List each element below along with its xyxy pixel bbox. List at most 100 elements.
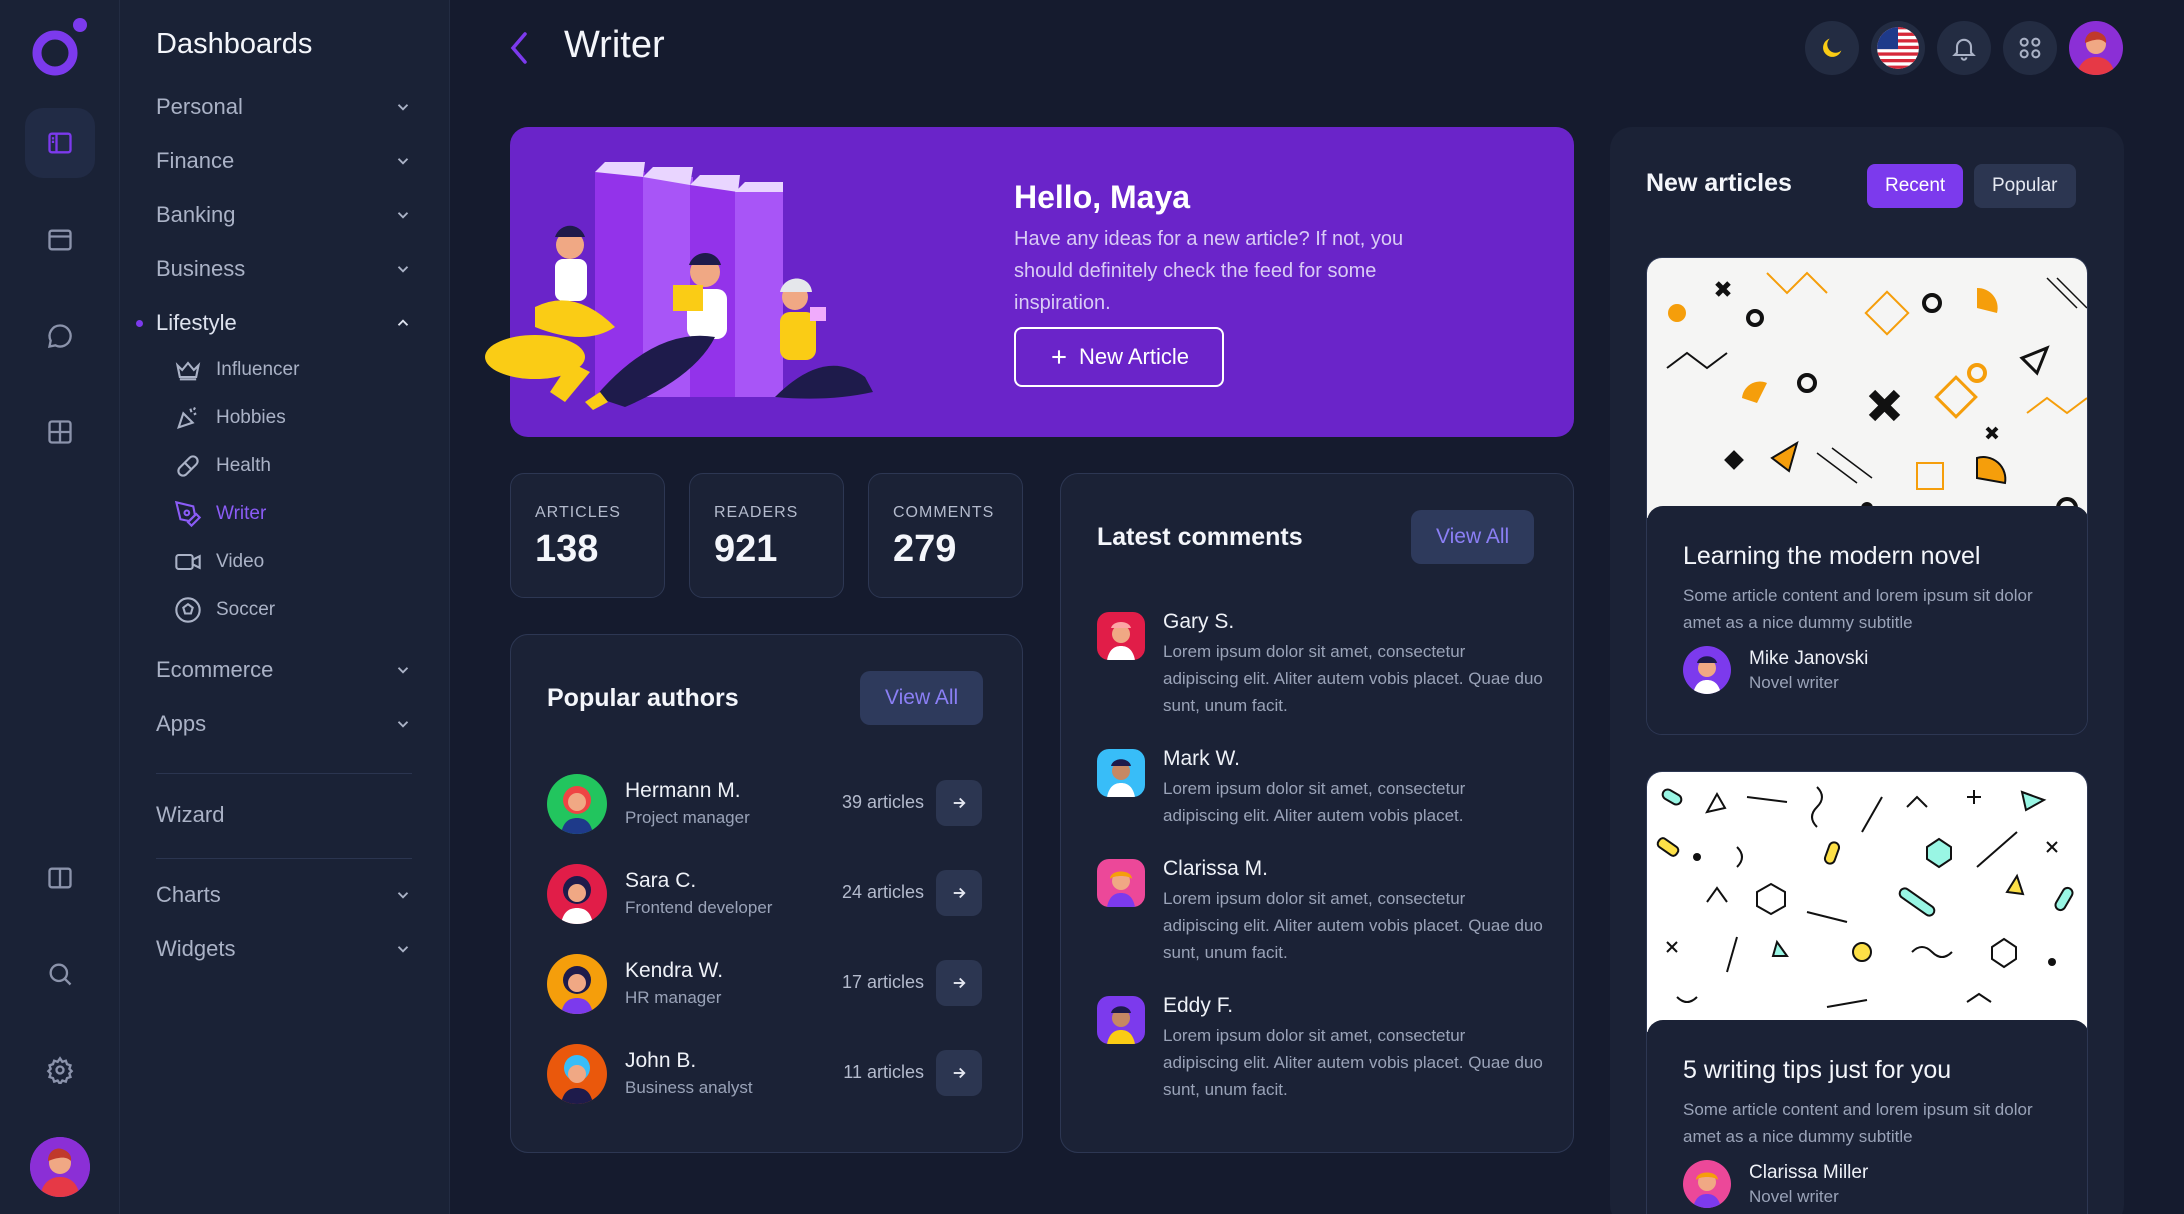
commenter-name: Eddy F. <box>1163 994 1234 1017</box>
comment-item[interactable]: Mark W. Lorem ipsum dolor sit amet, cons… <box>1097 747 1537 837</box>
bell-icon <box>1952 38 1976 61</box>
commenter-avatar <box>1097 749 1145 797</box>
article-card[interactable]: Learning the modern novel Some article c… <box>1646 257 2088 735</box>
theme-toggle-button[interactable] <box>1805 21 1859 75</box>
sidebar-item-apps[interactable]: Apps <box>156 704 412 744</box>
language-button[interactable] <box>1871 21 1925 75</box>
stat-label: COMMENTS <box>893 504 995 521</box>
tab-recent[interactable]: Recent <box>1867 164 1964 208</box>
sidebar-item-lifestyle[interactable]: Lifestyle <box>156 303 412 343</box>
sidebar-subitem-label: Video <box>216 551 265 572</box>
apps-button[interactable] <box>2003 21 2057 75</box>
commenter-avatar <box>1097 996 1145 1044</box>
chevron-down-icon <box>397 266 409 273</box>
sidebar-item-wizard[interactable]: Wizard <box>156 795 412 835</box>
sidebar-item-ecommerce[interactable]: Ecommerce <box>156 650 412 690</box>
chevron-down-icon <box>397 946 409 953</box>
sidebar-subitem-video[interactable]: Video <box>174 545 264 579</box>
stat-value: 921 <box>714 528 778 570</box>
sidebar-subitem-health[interactable]: Health <box>174 449 271 483</box>
columns-icon[interactable] <box>25 843 95 913</box>
chevron-up-icon <box>397 319 409 326</box>
author-avatar <box>547 774 607 834</box>
stat-label: READERS <box>714 504 799 521</box>
chat-icon[interactable] <box>25 301 95 371</box>
sidebar: Dashboards Personal Finance Banking Busi… <box>120 0 450 1214</box>
search-icon[interactable] <box>25 939 95 1009</box>
sidebar-item-label: Finance <box>156 148 235 173</box>
author-row[interactable]: Sara C. Frontend developer 24 articles <box>547 864 982 926</box>
avatar-icon <box>2077 31 2115 75</box>
page-title: Writer <box>564 24 665 66</box>
comment-text: Lorem ipsum dolor sit amet, consectetur … <box>1163 889 1543 962</box>
article-body: Learning the modern novel Some article c… <box>1647 506 2087 734</box>
article-image <box>1647 772 2087 1032</box>
author-name: Sara C. <box>625 869 697 892</box>
tab-popular[interactable]: Popular <box>1974 164 2076 208</box>
comment-item[interactable]: Clarissa M. Lorem ipsum dolor sit amet, … <box>1097 857 1543 977</box>
author-open-button[interactable] <box>936 1050 982 1096</box>
new-articles-panel: New articles Recent Popular Learning the… <box>1610 127 2124 1214</box>
comment-item[interactable]: Gary S. Lorem ipsum dolor sit amet, cons… <box>1097 610 1543 730</box>
sidebar-subitem-soccer[interactable]: Soccer <box>174 593 275 627</box>
author-open-button[interactable] <box>936 870 982 916</box>
popular-authors-card: Popular authors View All Hermann M. Proj… <box>510 634 1023 1153</box>
grid-icon[interactable] <box>25 397 95 467</box>
apps-grid-icon <box>2019 37 2041 59</box>
moon-icon <box>1823 38 1842 57</box>
settings-icon[interactable] <box>25 1035 95 1105</box>
authors-view-all-button[interactable]: View All <box>860 671 984 725</box>
back-arrow-icon[interactable] <box>503 28 533 68</box>
author-row[interactable]: Hermann M. Project manager 39 articles <box>547 774 982 836</box>
commenter-name: Gary S. <box>1163 610 1235 633</box>
sidebar-item-finance[interactable]: Finance <box>156 141 412 181</box>
sidebar-item-personal[interactable]: Personal <box>156 87 412 127</box>
comment-item[interactable]: Eddy F. Lorem ipsum dolor sit amet, cons… <box>1097 994 1543 1114</box>
author-role: Project manager <box>625 808 750 827</box>
author-open-button[interactable] <box>936 960 982 1006</box>
arrow-right-icon <box>953 1067 966 1079</box>
article-card[interactable]: 5 writing tips just for you Some article… <box>1646 771 2088 1214</box>
author-avatar <box>547 954 607 1014</box>
sidebar-item-widgets[interactable]: Widgets <box>156 929 412 969</box>
active-section-dot <box>136 320 143 327</box>
stat-value: 138 <box>535 528 599 570</box>
user-avatar[interactable] <box>30 1137 90 1197</box>
author-avatar <box>547 864 607 924</box>
author-role: Frontend developer <box>625 898 773 917</box>
article-body: 5 writing tips just for you Some article… <box>1647 1020 2087 1214</box>
author-role: HR manager <box>625 988 722 1007</box>
chevron-down-icon <box>397 104 409 111</box>
header-user-avatar[interactable] <box>2069 21 2123 75</box>
card-title: Latest comments <box>1097 523 1303 551</box>
author-name: John B. <box>625 1049 697 1072</box>
card-title: Popular authors <box>547 684 739 712</box>
stat-label: ARTICLES <box>535 504 621 521</box>
crown-icon <box>175 361 201 381</box>
sidebar-item-label: Banking <box>156 202 236 227</box>
sidebar-item-banking[interactable]: Banking <box>156 195 412 235</box>
layout-icon[interactable] <box>25 205 95 275</box>
app-logo-icon[interactable] <box>31 17 89 79</box>
author-row[interactable]: Kendra W. HR manager 17 articles <box>547 954 982 1016</box>
sidebar-subitem-hobbies[interactable]: Hobbies <box>174 401 286 435</box>
notifications-button[interactable] <box>1937 21 1991 75</box>
sidebar-divider <box>156 773 412 774</box>
chevron-down-icon <box>397 158 409 165</box>
sidebar-title: Dashboards <box>156 28 313 60</box>
sidebar-item-label: Apps <box>156 711 207 736</box>
sidebar-toggle-icon[interactable] <box>25 108 95 178</box>
new-article-button[interactable]: New Article <box>1014 327 1224 387</box>
reading-people-illustration <box>485 162 873 410</box>
author-row[interactable]: John B. Business analyst 11 articles <box>547 1044 982 1106</box>
sidebar-subitem-influencer[interactable]: Influencer <box>174 353 299 387</box>
chevron-down-icon <box>397 721 409 728</box>
sidebar-item-business[interactable]: Business <box>156 249 412 289</box>
comments-view-all-button[interactable]: View All <box>1411 510 1535 564</box>
commenter-avatar <box>1097 612 1145 660</box>
sidebar-item-label: Business <box>156 256 246 281</box>
author-open-button[interactable] <box>936 780 982 826</box>
soccer-ball-icon <box>175 597 201 623</box>
sidebar-item-charts[interactable]: Charts <box>156 875 412 915</box>
sidebar-subitem-writer[interactable]: Writer <box>174 497 266 531</box>
